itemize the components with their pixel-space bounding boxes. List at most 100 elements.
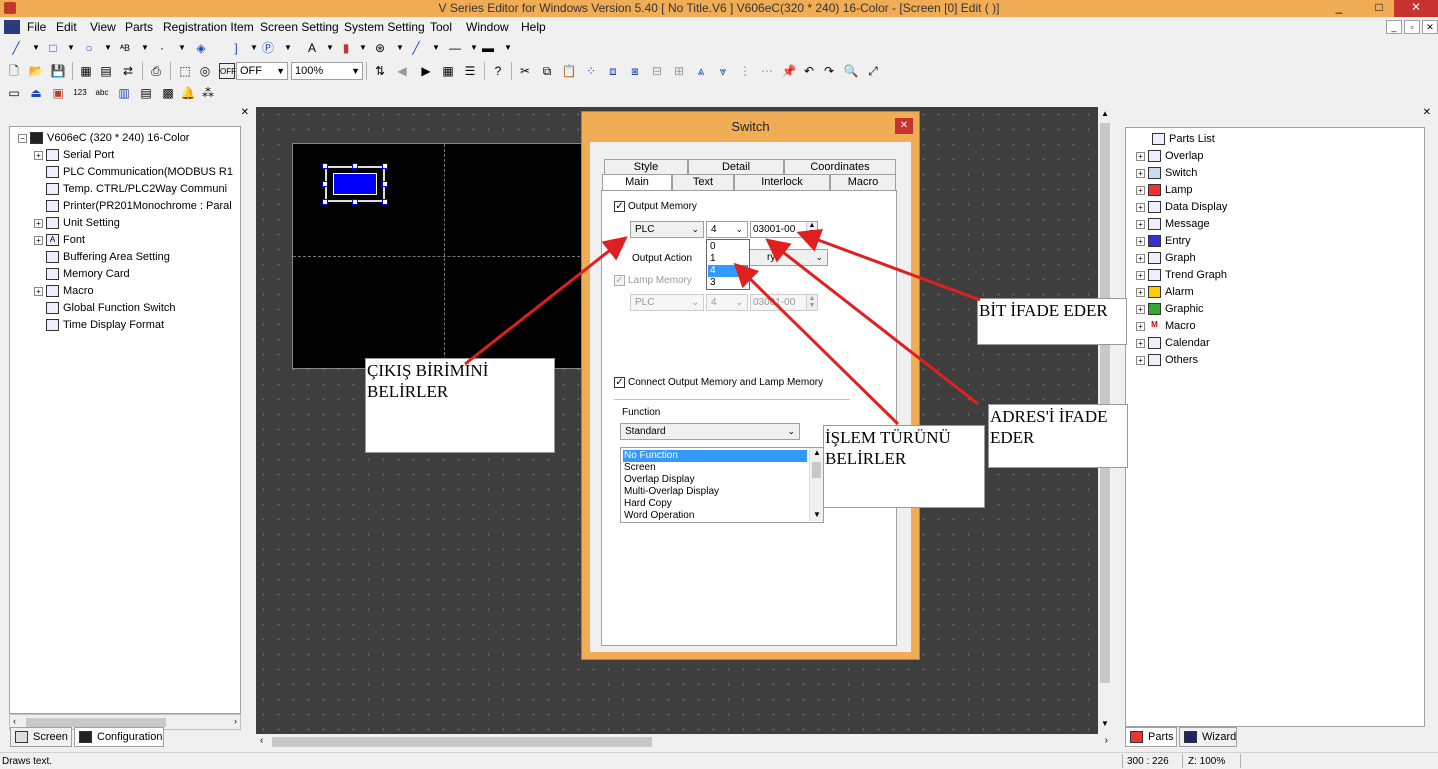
output-memory-checkbox[interactable]: ✓ (614, 201, 625, 212)
dropdown-arrow-icon[interactable]: ▼ (63, 40, 79, 56)
resize-handle[interactable] (322, 163, 328, 169)
tab-macro[interactable]: Macro (830, 174, 896, 190)
cut-icon[interactable]: ✂ (517, 63, 533, 79)
display-mode-icon[interactable]: OFF (219, 63, 236, 79)
resize-handle[interactable] (382, 181, 388, 187)
alarm-parts-icon[interactable]: 🔔 (180, 85, 196, 101)
expand-icon[interactable]: + (34, 286, 43, 296)
tree-item-macro[interactable]: + Macro (34, 283, 94, 299)
dropdown-arrow-icon[interactable]: ▼ (355, 40, 371, 56)
dropdown-arrow-icon[interactable]: ▼ (28, 40, 44, 56)
align-left-icon[interactable]: ⊟ (649, 63, 665, 79)
entry-parts-icon[interactable]: ▥ (116, 85, 132, 101)
zoom-select[interactable]: 100% ▼ (291, 62, 363, 80)
spin-arrows-icon[interactable]: ▲ ▼ (806, 222, 817, 237)
lamp-memory-type-select[interactable]: PLC ⌄ (630, 294, 704, 311)
dropdown-arrow-icon[interactable]: ▼ (280, 40, 296, 56)
tab-interlock[interactable]: Interlock (734, 174, 830, 190)
dropdown-arrow-icon[interactable]: ▼ (392, 40, 408, 56)
menu-registration-item[interactable]: Registration Item (163, 20, 254, 34)
tree-item-macro[interactable]: + M Macro (1136, 318, 1196, 334)
expand-icon[interactable]: + (1136, 253, 1145, 263)
switch-parts-icon[interactable]: ⏏ (28, 85, 44, 101)
expand-icon[interactable]: + (1136, 236, 1145, 246)
expand-icon[interactable]: + (1136, 151, 1145, 161)
horizontal-scrollbar[interactable]: ‹ › (256, 734, 1112, 750)
text-style-icon[interactable]: ᴬB (117, 40, 133, 56)
others-parts-icon[interactable]: ⁂ (200, 85, 216, 101)
redo-icon[interactable]: ↷ (821, 63, 837, 79)
circle-tool-icon[interactable]: ○ (81, 40, 97, 56)
scrollbar-thumb[interactable] (272, 737, 652, 747)
function-list[interactable]: No Function Screen Overlap Display Multi… (620, 447, 824, 523)
output-memory-type-select[interactable]: PLC ⌄ (630, 221, 704, 238)
align-top-icon[interactable]: ⩓ (693, 63, 709, 79)
distribute-h-icon[interactable]: ⋮ (737, 63, 753, 79)
tree-item-graphic[interactable]: + Graphic (1136, 301, 1204, 317)
line-tool-icon[interactable]: ╱ (8, 40, 24, 56)
bit-dropdown-list[interactable]: 0 1 4 3 (706, 239, 750, 290)
line-type-icon[interactable]: — (447, 40, 463, 56)
menu-view[interactable]: View (90, 20, 116, 34)
resize-handle[interactable] (322, 199, 328, 205)
scroll-down-icon[interactable]: ▼ (813, 510, 821, 519)
tree-item-parts-list[interactable]: Parts List (1152, 131, 1215, 147)
rectangle-tool-icon[interactable]: □ (45, 40, 61, 56)
menu-screen-setting[interactable]: Screen Setting (260, 20, 339, 34)
bracket-tool-icon[interactable]: ] (228, 40, 244, 56)
lamp-memory-bit-select[interactable]: 4 ⌄ (706, 294, 748, 311)
expand-icon[interactable]: + (1136, 355, 1145, 365)
scroll-left-icon[interactable]: ‹ (260, 735, 263, 746)
expand-icon[interactable]: + (1136, 219, 1145, 229)
fill-tool-icon[interactable]: ◈ (193, 40, 209, 56)
list-item[interactable]: No Function (623, 450, 807, 462)
resize-handle[interactable] (382, 163, 388, 169)
tree-item-graph[interactable]: + Graph (1136, 250, 1196, 266)
list-item[interactable]: Overlap Display (623, 474, 807, 486)
tree-item-entry[interactable]: + Entry (1136, 233, 1191, 249)
display-mode-select[interactable]: OFF ▼ (236, 62, 288, 80)
list-icon[interactable]: ☰ (462, 63, 478, 79)
undo-icon[interactable]: ↶ (801, 63, 817, 79)
expand-icon[interactable]: + (1136, 168, 1145, 178)
dropdown-arrow-icon[interactable]: ▼ (428, 40, 444, 56)
table-icon[interactable]: ▦ (440, 63, 456, 79)
expand-icon[interactable]: + (1136, 321, 1145, 331)
tab-configuration[interactable]: Configuration (74, 727, 164, 747)
tree-item-buffering[interactable]: Buffering Area Setting (46, 249, 170, 265)
numeric-display-icon[interactable]: 123 (72, 85, 88, 101)
tree-item-data-display[interactable]: + Data Display (1136, 199, 1227, 215)
char-display-icon[interactable]: abc (94, 85, 110, 101)
tree-item-lamp[interactable]: + Lamp (1136, 182, 1193, 198)
screen-list-icon[interactable]: ▦ (78, 63, 94, 79)
tree-item-printer[interactable]: Printer(PR201Monochrome : Paral (46, 198, 232, 214)
dropdown-arrow-icon[interactable]: ▼ (174, 40, 190, 56)
expand-icon[interactable]: + (1136, 287, 1145, 297)
list-item[interactable]: Screen (623, 462, 807, 474)
dropdown-arrow-icon[interactable]: ▼ (322, 40, 338, 56)
tab-screen[interactable]: Screen (10, 727, 72, 747)
list-item[interactable]: Multi-Overlap Display (623, 486, 807, 498)
restore-button[interactable]: □ (1366, 0, 1392, 17)
view-toggle-icon[interactable]: ◎ (197, 63, 213, 79)
resize-handle[interactable] (322, 181, 328, 187)
back-arrow-icon[interactable]: ◀ (394, 63, 410, 79)
spin-arrows-icon[interactable]: ▲ ▼ (806, 295, 817, 310)
scroll-right-icon[interactable]: › (234, 716, 237, 726)
connect-memory-checkbox[interactable]: ✓ (614, 377, 625, 388)
dialog-close-button[interactable]: ✕ (895, 118, 913, 134)
group-icon[interactable]: ⁘ (583, 63, 599, 79)
scroll-right-icon[interactable]: › (1105, 735, 1108, 746)
forward-arrow-icon[interactable]: ▶ (418, 63, 434, 79)
menu-edit[interactable]: Edit (56, 20, 77, 34)
app-menu-icon[interactable] (4, 20, 20, 34)
dropdown-option[interactable]: 4 (708, 265, 748, 277)
distribute-v-icon[interactable]: ⋯ (759, 63, 775, 79)
pin-icon[interactable]: 📌 (781, 63, 797, 79)
transfer-icon[interactable]: ⇄ (120, 63, 136, 79)
switch-part[interactable] (325, 166, 385, 202)
list-item[interactable]: Word Operation (623, 510, 807, 522)
scroll-left-icon[interactable]: ‹ (13, 716, 16, 726)
line-width-icon[interactable]: ▬ (480, 40, 496, 56)
output-memory-bit-select[interactable]: 4 ⌄ (706, 221, 748, 238)
